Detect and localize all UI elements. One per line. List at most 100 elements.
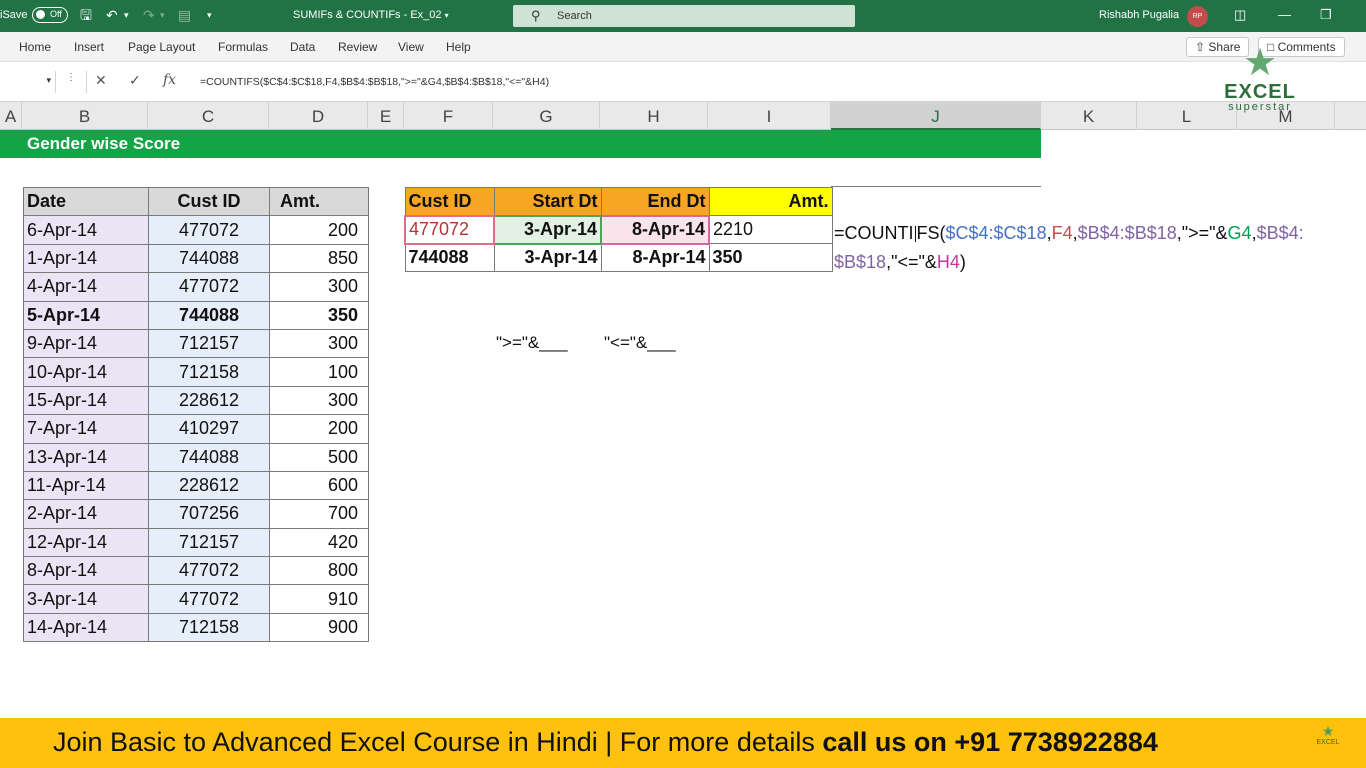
enter-icon[interactable]: ✓ (129, 72, 141, 89)
cell-date[interactable]: 4-Apr-14 (23, 272, 149, 302)
criteria-cell-amt[interactable]: 350 (708, 243, 833, 272)
tab-home[interactable]: Home (19, 40, 51, 54)
criteria-cell-cust-id[interactable]: 744088 (404, 243, 495, 272)
insert-function-icon[interactable]: fx (163, 72, 176, 88)
form-icon[interactable]: ▤ (178, 6, 191, 24)
minimize-icon[interactable]: — (1278, 7, 1291, 22)
criteria-cell-start-dt[interactable]: 3-Apr-14 (493, 214, 602, 245)
cell-date[interactable]: 2-Apr-14 (23, 499, 149, 529)
save-icon[interactable]: 🖫 (80, 6, 92, 24)
column-header-d[interactable]: D (269, 102, 368, 130)
document-title[interactable]: SUMIFs & COUNTIFs - Ex_02 ▾ (293, 9, 449, 21)
criteria-header-amt[interactable]: Amt. (708, 187, 833, 216)
user-name[interactable]: Rishabh Pugalia (1099, 9, 1179, 21)
cell-cust-id[interactable]: 712157 (148, 527, 270, 558)
cell-date[interactable]: 6-Apr-14 (23, 215, 149, 245)
cell-cust-id[interactable]: 744088 (148, 243, 270, 274)
cell-date[interactable]: 8-Apr-14 (23, 556, 149, 586)
criteria-cell-start-dt[interactable]: 3-Apr-14 (493, 243, 602, 272)
cell-date[interactable]: 10-Apr-14 (23, 357, 149, 387)
cell-amt[interactable]: 300 (269, 328, 369, 359)
formula-input[interactable]: =COUNTIFS($C$4:$C$18,F4,$B$4:$B$18,">="&… (200, 76, 549, 88)
tab-review[interactable]: Review (338, 40, 377, 54)
cell-date[interactable]: 11-Apr-14 (23, 470, 149, 501)
tab-view[interactable]: View (398, 40, 424, 54)
cell-cust-id[interactable]: 477072 (148, 556, 270, 586)
column-header-b[interactable]: B (22, 102, 148, 130)
cell-amt[interactable]: 350 (269, 300, 369, 330)
cell-cust-id[interactable]: 712158 (148, 612, 270, 643)
cell-cust-id[interactable]: 228612 (148, 470, 270, 501)
cell-amt[interactable]: 200 (269, 215, 369, 245)
cell-amt[interactable]: 100 (269, 357, 369, 387)
column-header-c[interactable]: C (148, 102, 269, 130)
cell-date[interactable]: 14-Apr-14 (23, 612, 149, 643)
column-header-j[interactable]: J (831, 102, 1041, 130)
criteria-cell-end-dt[interactable]: 8-Apr-14 (600, 243, 710, 272)
cell-cust-id[interactable]: 712157 (148, 328, 270, 359)
cell-date[interactable]: 7-Apr-14 (23, 414, 149, 444)
undo-dropdown-icon[interactable]: ▾ (124, 6, 129, 24)
restore-icon[interactable]: ❐ (1320, 7, 1332, 23)
header-cust-id[interactable]: Cust ID (148, 186, 270, 217)
criteria-cell-amt[interactable]: 2210 (708, 215, 833, 244)
criteria-header-cust-id[interactable]: Cust ID (404, 187, 495, 216)
cell-cust-id[interactable]: 477072 (148, 215, 270, 245)
autosave-toggle[interactable]: Off (32, 7, 68, 23)
worksheet[interactable]: Gender wise Score Date Cust ID Amt. 6-Ap… (0, 130, 1366, 718)
column-header-e[interactable]: E (368, 102, 404, 130)
tab-help[interactable]: Help (446, 40, 471, 54)
column-header-k[interactable]: K (1041, 102, 1137, 130)
note-lte[interactable]: "<="&___ (604, 333, 676, 353)
cell-amt[interactable]: 300 (269, 385, 369, 416)
avatar[interactable]: RP (1187, 6, 1208, 27)
cell-date[interactable]: 13-Apr-14 (23, 442, 149, 472)
cell-cust-id[interactable]: 712158 (148, 357, 270, 387)
cell-date[interactable]: 1-Apr-14 (23, 243, 149, 274)
cell-amt[interactable]: 500 (269, 442, 369, 472)
cell-cust-id[interactable]: 410297 (148, 414, 270, 444)
header-amt[interactable]: Amt. (269, 186, 369, 217)
ribbon-display-icon[interactable]: ◫ (1234, 7, 1246, 23)
cell-cust-id[interactable]: 477072 (148, 272, 270, 302)
cell-amt[interactable]: 700 (269, 499, 369, 529)
cell-amt[interactable]: 850 (269, 243, 369, 274)
criteria-header-end-dt[interactable]: End Dt (600, 187, 710, 216)
tab-data[interactable]: Data (290, 40, 315, 54)
column-header-g[interactable]: G (493, 102, 600, 130)
cell-date[interactable]: 5-Apr-14 (23, 300, 149, 330)
criteria-cell-end-dt[interactable]: 8-Apr-14 (600, 214, 710, 245)
column-header-a[interactable]: A (0, 102, 22, 130)
cell-amt[interactable]: 300 (269, 272, 369, 302)
cell-amt[interactable]: 200 (269, 414, 369, 444)
cancel-icon[interactable]: ✕ (95, 72, 107, 89)
cell-cust-id[interactable]: 744088 (148, 442, 270, 472)
cell-amt[interactable]: 910 (269, 584, 369, 614)
column-header-h[interactable]: H (600, 102, 708, 130)
tab-page-layout[interactable]: Page Layout (128, 40, 195, 54)
cell-amt[interactable]: 900 (269, 612, 369, 643)
name-box-dropdown-icon[interactable]: ▾ (46, 75, 51, 86)
customize-qat-icon[interactable]: ▾ (207, 6, 212, 24)
cell-date[interactable]: 12-Apr-14 (23, 527, 149, 558)
cell-cust-id[interactable]: 228612 (148, 385, 270, 416)
tab-formulas[interactable]: Formulas (218, 40, 268, 54)
note-gte[interactable]: ">="&___ (496, 333, 568, 353)
cell-amt[interactable]: 800 (269, 556, 369, 586)
cell-amt[interactable]: 600 (269, 470, 369, 501)
undo-icon[interactable]: ↶ (106, 6, 118, 24)
name-box[interactable]: ▾ (0, 71, 56, 93)
title-dropdown-icon[interactable]: ▾ (445, 11, 449, 20)
cell-date[interactable]: 9-Apr-14 (23, 328, 149, 359)
cell-date[interactable]: 15-Apr-14 (23, 385, 149, 416)
search-box[interactable]: ⚲ Search (513, 5, 855, 27)
cell-formula-edit[interactable]: =COUNTI FS($C$4:$C$18,F4,$B$4:$B$18,">="&… (834, 219, 1344, 277)
cell-date[interactable]: 3-Apr-14 (23, 584, 149, 614)
criteria-header-start-dt[interactable]: Start Dt (493, 187, 602, 216)
criteria-cell-cust-id[interactable]: 477072 (404, 214, 495, 245)
cell-cust-id[interactable]: 477072 (148, 584, 270, 614)
sheet-banner[interactable]: Gender wise Score (0, 130, 1041, 158)
cell-cust-id[interactable]: 744088 (148, 300, 270, 330)
cell-amt[interactable]: 420 (269, 527, 369, 558)
column-header-f[interactable]: F (404, 102, 493, 130)
